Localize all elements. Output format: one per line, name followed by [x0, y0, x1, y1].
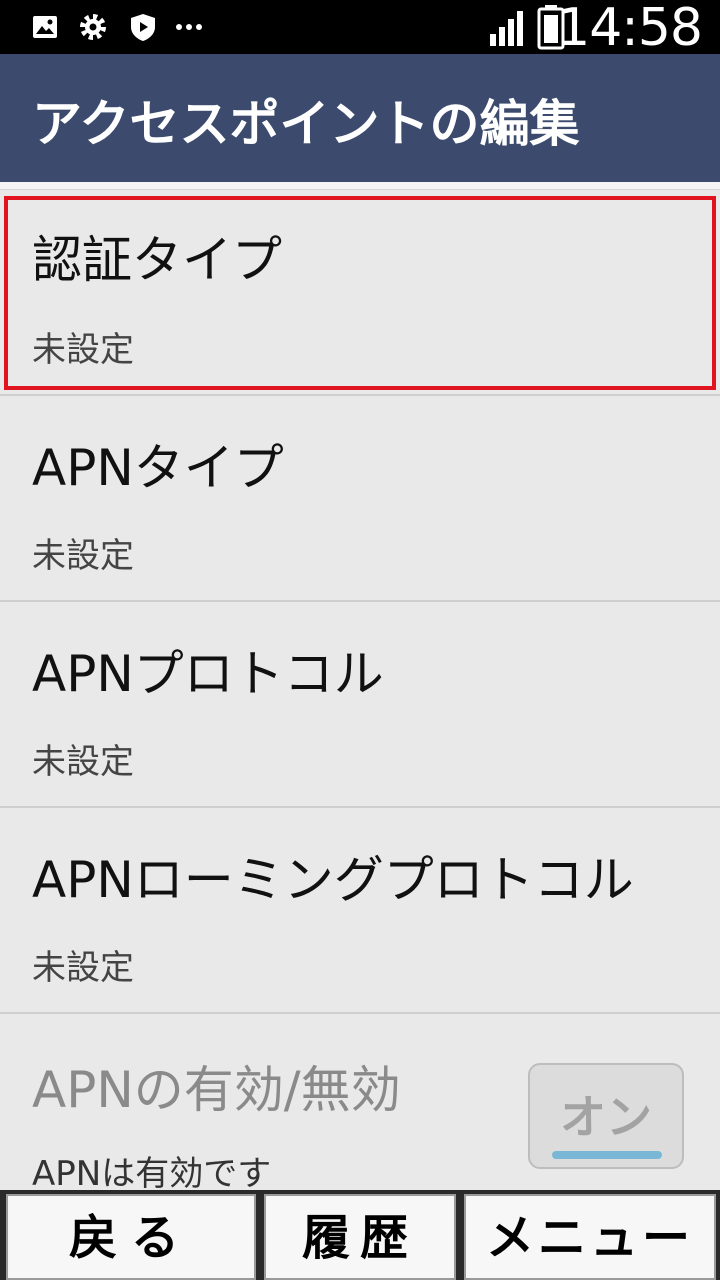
- setting-value: 未設定: [32, 536, 134, 576]
- more-dots-icon: [174, 12, 204, 42]
- toggle-label: オン: [560, 1090, 652, 1144]
- setting-apn-protocol[interactable]: APNプロトコル 未設定: [0, 602, 720, 808]
- setting-value: 未設定: [32, 948, 134, 988]
- gear-icon: [78, 12, 108, 42]
- setting-apn-roaming-protocol[interactable]: APNローミングプロトコル 未設定: [0, 808, 720, 1014]
- setting-value: APNは有効です: [32, 1154, 272, 1194]
- setting-title: 認証タイプ: [32, 231, 282, 289]
- history-softkey[interactable]: 履歴: [264, 1194, 456, 1280]
- play-shield-icon: [128, 12, 158, 42]
- setting-title: APNの有効/無効: [32, 1061, 401, 1119]
- toggle-indicator: [552, 1151, 662, 1159]
- softkey-bar: 戻る 履歴 メニュー: [0, 1190, 720, 1280]
- setting-auth-type[interactable]: 認証タイプ 未設定: [0, 190, 720, 396]
- page-title: アクセスポイントの編集: [32, 95, 580, 153]
- apn-enable-toggle[interactable]: オン: [528, 1063, 684, 1169]
- status-bar: 14:58: [0, 0, 720, 58]
- menu-softkey[interactable]: メニュー: [464, 1194, 716, 1280]
- setting-title: APNタイプ: [32, 439, 284, 497]
- header-divider: [0, 182, 720, 190]
- setting-value: 未設定: [32, 330, 134, 370]
- setting-title: APNプロトコル: [32, 645, 384, 703]
- setting-title: APNローミングプロトコル: [32, 851, 634, 909]
- back-softkey[interactable]: 戻る: [6, 1194, 256, 1280]
- clock: 14:58: [557, 0, 703, 58]
- setting-apn-type[interactable]: APNタイプ 未設定: [0, 396, 720, 602]
- setting-value: 未設定: [32, 742, 134, 782]
- app-bar: アクセスポイントの編集: [0, 54, 720, 182]
- image-icon: [30, 12, 60, 42]
- signal-icon: [488, 8, 528, 48]
